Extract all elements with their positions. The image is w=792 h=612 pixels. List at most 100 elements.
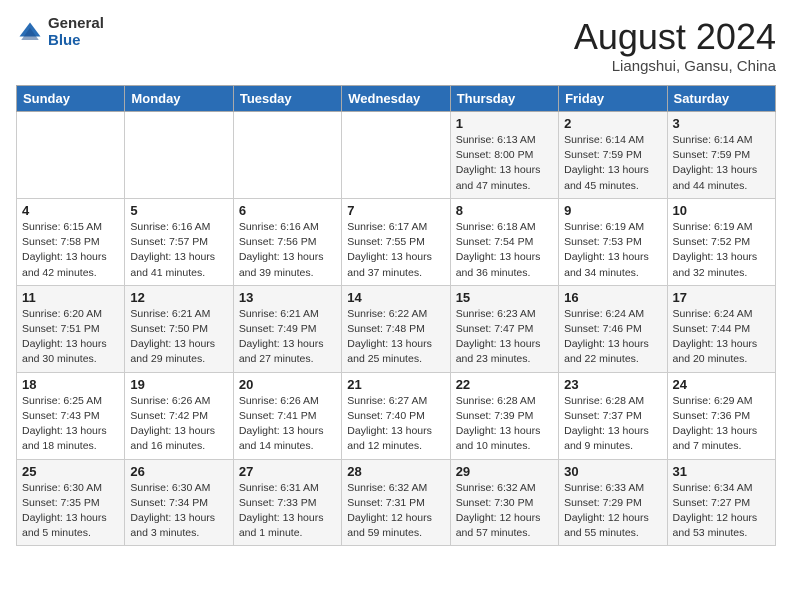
calendar-cell: 8 Sunrise: 6:18 AM Sunset: 7:54 PM Daylig… bbox=[450, 198, 558, 285]
day-info: Sunrise: 6:19 AM Sunset: 7:52 PM Dayligh… bbox=[673, 220, 770, 281]
calendar-cell bbox=[17, 112, 125, 199]
day-number: 24 bbox=[673, 377, 770, 392]
col-header-wednesday: Wednesday bbox=[342, 86, 450, 112]
col-header-sunday: Sunday bbox=[17, 86, 125, 112]
calendar-cell: 26Sunrise: 6:30 AM Sunset: 7:34 PM Dayli… bbox=[125, 459, 233, 546]
location: Liangshui, Gansu, China bbox=[574, 58, 776, 75]
calendar-cell: 28 Sunrise: 6:32 AM Sunset: 7:31 PM Dayli… bbox=[342, 459, 450, 546]
day-number: 7 bbox=[347, 203, 444, 218]
day-info: Sunrise: 6:20 AM Sunset: 7:51 PM Dayligh… bbox=[22, 307, 119, 368]
day-info: Sunrise: 6:19 AM Sunset: 7:53 PM Dayligh… bbox=[564, 220, 661, 281]
week-row-4: 18 Sunrise: 6:25 AM Sunset: 7:43 PM Dayli… bbox=[17, 372, 776, 459]
calendar-table: SundayMondayTuesdayWednesdayThursdayFrid… bbox=[16, 85, 776, 546]
calendar-cell: 9Sunrise: 6:19 AM Sunset: 7:53 PM Daylig… bbox=[559, 198, 667, 285]
calendar-cell: 18 Sunrise: 6:25 AM Sunset: 7:43 PM Dayli… bbox=[17, 372, 125, 459]
day-info: Sunrise: 6:32 AM Sunset: 7:30 PM Dayligh… bbox=[456, 481, 553, 542]
col-header-friday: Friday bbox=[559, 86, 667, 112]
day-info: Sunrise: 6:28 AM Sunset: 7:37 PM Dayligh… bbox=[564, 394, 661, 455]
day-number: 14 bbox=[347, 290, 444, 305]
day-number: 16 bbox=[564, 290, 661, 305]
day-number: 6 bbox=[239, 203, 336, 218]
day-number: 3 bbox=[673, 116, 770, 131]
day-number: 12 bbox=[130, 290, 227, 305]
title-block: August 2024 Liangshui, Gansu, China bbox=[574, 16, 776, 75]
day-number: 5 bbox=[130, 203, 227, 218]
calendar-cell: 25 Sunrise: 6:30 AM Sunset: 7:35 PM Dayli… bbox=[17, 459, 125, 546]
day-info: Sunrise: 6:33 AM Sunset: 7:29 PM Dayligh… bbox=[564, 481, 661, 542]
week-row-5: 25 Sunrise: 6:30 AM Sunset: 7:35 PM Dayli… bbox=[17, 459, 776, 546]
logo-blue-text: Blue bbox=[48, 33, 104, 50]
calendar-cell: 10 Sunrise: 6:19 AM Sunset: 7:52 PM Dayli… bbox=[667, 198, 775, 285]
col-header-saturday: Saturday bbox=[667, 86, 775, 112]
calendar-cell: 24 Sunrise: 6:29 AM Sunset: 7:36 PM Dayli… bbox=[667, 372, 775, 459]
day-info: Sunrise: 6:23 AM Sunset: 7:47 PM Dayligh… bbox=[456, 307, 553, 368]
day-info: Sunrise: 6:30 AM Sunset: 7:35 PM Dayligh… bbox=[22, 481, 119, 542]
day-number: 22 bbox=[456, 377, 553, 392]
day-info: Sunrise: 6:16 AM Sunset: 7:56 PM Dayligh… bbox=[239, 220, 336, 281]
day-info: Sunrise: 6:18 AM Sunset: 7:54 PM Dayligh… bbox=[456, 220, 553, 281]
col-header-monday: Monday bbox=[125, 86, 233, 112]
logo-general-text: General bbox=[48, 16, 104, 33]
day-info: Sunrise: 6:25 AM Sunset: 7:43 PM Dayligh… bbox=[22, 394, 119, 455]
day-number: 2 bbox=[564, 116, 661, 131]
day-info: Sunrise: 6:22 AM Sunset: 7:48 PM Dayligh… bbox=[347, 307, 444, 368]
week-row-3: 11Sunrise: 6:20 AM Sunset: 7:51 PM Dayli… bbox=[17, 285, 776, 372]
calendar-cell: 13 Sunrise: 6:21 AM Sunset: 7:49 PM Dayli… bbox=[233, 285, 341, 372]
month-title: August 2024 bbox=[574, 16, 776, 58]
day-info: Sunrise: 6:26 AM Sunset: 7:41 PM Dayligh… bbox=[239, 394, 336, 455]
week-row-1: 1Sunrise: 6:13 AM Sunset: 8:00 PM Daylig… bbox=[17, 112, 776, 199]
calendar-cell: 22 Sunrise: 6:28 AM Sunset: 7:39 PM Dayli… bbox=[450, 372, 558, 459]
calendar-cell: 1Sunrise: 6:13 AM Sunset: 8:00 PM Daylig… bbox=[450, 112, 558, 199]
calendar-cell: 5Sunrise: 6:16 AM Sunset: 7:57 PM Daylig… bbox=[125, 198, 233, 285]
calendar-cell: 21Sunrise: 6:27 AM Sunset: 7:40 PM Dayli… bbox=[342, 372, 450, 459]
col-header-tuesday: Tuesday bbox=[233, 86, 341, 112]
calendar-cell: 15 Sunrise: 6:23 AM Sunset: 7:47 PM Dayli… bbox=[450, 285, 558, 372]
calendar-cell: 19Sunrise: 6:26 AM Sunset: 7:42 PM Dayli… bbox=[125, 372, 233, 459]
day-number: 30 bbox=[564, 464, 661, 479]
day-info: Sunrise: 6:24 AM Sunset: 7:44 PM Dayligh… bbox=[673, 307, 770, 368]
day-number: 17 bbox=[673, 290, 770, 305]
logo-icon bbox=[16, 19, 44, 47]
day-info: Sunrise: 6:17 AM Sunset: 7:55 PM Dayligh… bbox=[347, 220, 444, 281]
calendar-cell: 30 Sunrise: 6:33 AM Sunset: 7:29 PM Dayli… bbox=[559, 459, 667, 546]
day-number: 15 bbox=[456, 290, 553, 305]
day-info: Sunrise: 6:14 AM Sunset: 7:59 PM Dayligh… bbox=[564, 133, 661, 194]
day-number: 13 bbox=[239, 290, 336, 305]
calendar-header-row: SundayMondayTuesdayWednesdayThursdayFrid… bbox=[17, 86, 776, 112]
day-info: Sunrise: 6:34 AM Sunset: 7:27 PM Dayligh… bbox=[673, 481, 770, 542]
day-info: Sunrise: 6:30 AM Sunset: 7:34 PM Dayligh… bbox=[130, 481, 227, 542]
calendar-cell: 20Sunrise: 6:26 AM Sunset: 7:41 PM Dayli… bbox=[233, 372, 341, 459]
week-row-2: 4Sunrise: 6:15 AM Sunset: 7:58 PM Daylig… bbox=[17, 198, 776, 285]
calendar-cell: 23 Sunrise: 6:28 AM Sunset: 7:37 PM Dayli… bbox=[559, 372, 667, 459]
day-info: Sunrise: 6:32 AM Sunset: 7:31 PM Dayligh… bbox=[347, 481, 444, 542]
day-info: Sunrise: 6:21 AM Sunset: 7:50 PM Dayligh… bbox=[130, 307, 227, 368]
day-number: 19 bbox=[130, 377, 227, 392]
calendar-cell: 7 Sunrise: 6:17 AM Sunset: 7:55 PM Daylig… bbox=[342, 198, 450, 285]
day-number: 23 bbox=[564, 377, 661, 392]
day-info: Sunrise: 6:21 AM Sunset: 7:49 PM Dayligh… bbox=[239, 307, 336, 368]
day-number: 25 bbox=[22, 464, 119, 479]
calendar-cell: 31 Sunrise: 6:34 AM Sunset: 7:27 PM Dayli… bbox=[667, 459, 775, 546]
day-number: 10 bbox=[673, 203, 770, 218]
calendar-cell: 16 Sunrise: 6:24 AM Sunset: 7:46 PM Dayli… bbox=[559, 285, 667, 372]
calendar-cell: 4Sunrise: 6:15 AM Sunset: 7:58 PM Daylig… bbox=[17, 198, 125, 285]
day-number: 29 bbox=[456, 464, 553, 479]
day-number: 28 bbox=[347, 464, 444, 479]
day-number: 21 bbox=[347, 377, 444, 392]
day-number: 31 bbox=[673, 464, 770, 479]
logo: General Blue bbox=[16, 16, 104, 49]
logo-text: General Blue bbox=[48, 16, 104, 49]
calendar-cell: 12 Sunrise: 6:21 AM Sunset: 7:50 PM Dayli… bbox=[125, 285, 233, 372]
day-number: 18 bbox=[22, 377, 119, 392]
calendar-cell: 14 Sunrise: 6:22 AM Sunset: 7:48 PM Dayli… bbox=[342, 285, 450, 372]
calendar-cell: 11Sunrise: 6:20 AM Sunset: 7:51 PM Dayli… bbox=[17, 285, 125, 372]
day-info: Sunrise: 6:24 AM Sunset: 7:46 PM Dayligh… bbox=[564, 307, 661, 368]
day-number: 27 bbox=[239, 464, 336, 479]
calendar-cell: 17 Sunrise: 6:24 AM Sunset: 7:44 PM Dayli… bbox=[667, 285, 775, 372]
day-info: Sunrise: 6:29 AM Sunset: 7:36 PM Dayligh… bbox=[673, 394, 770, 455]
calendar-cell: 3Sunrise: 6:14 AM Sunset: 7:59 PM Daylig… bbox=[667, 112, 775, 199]
calendar-cell: 27Sunrise: 6:31 AM Sunset: 7:33 PM Dayli… bbox=[233, 459, 341, 546]
col-header-thursday: Thursday bbox=[450, 86, 558, 112]
day-number: 8 bbox=[456, 203, 553, 218]
day-info: Sunrise: 6:28 AM Sunset: 7:39 PM Dayligh… bbox=[456, 394, 553, 455]
